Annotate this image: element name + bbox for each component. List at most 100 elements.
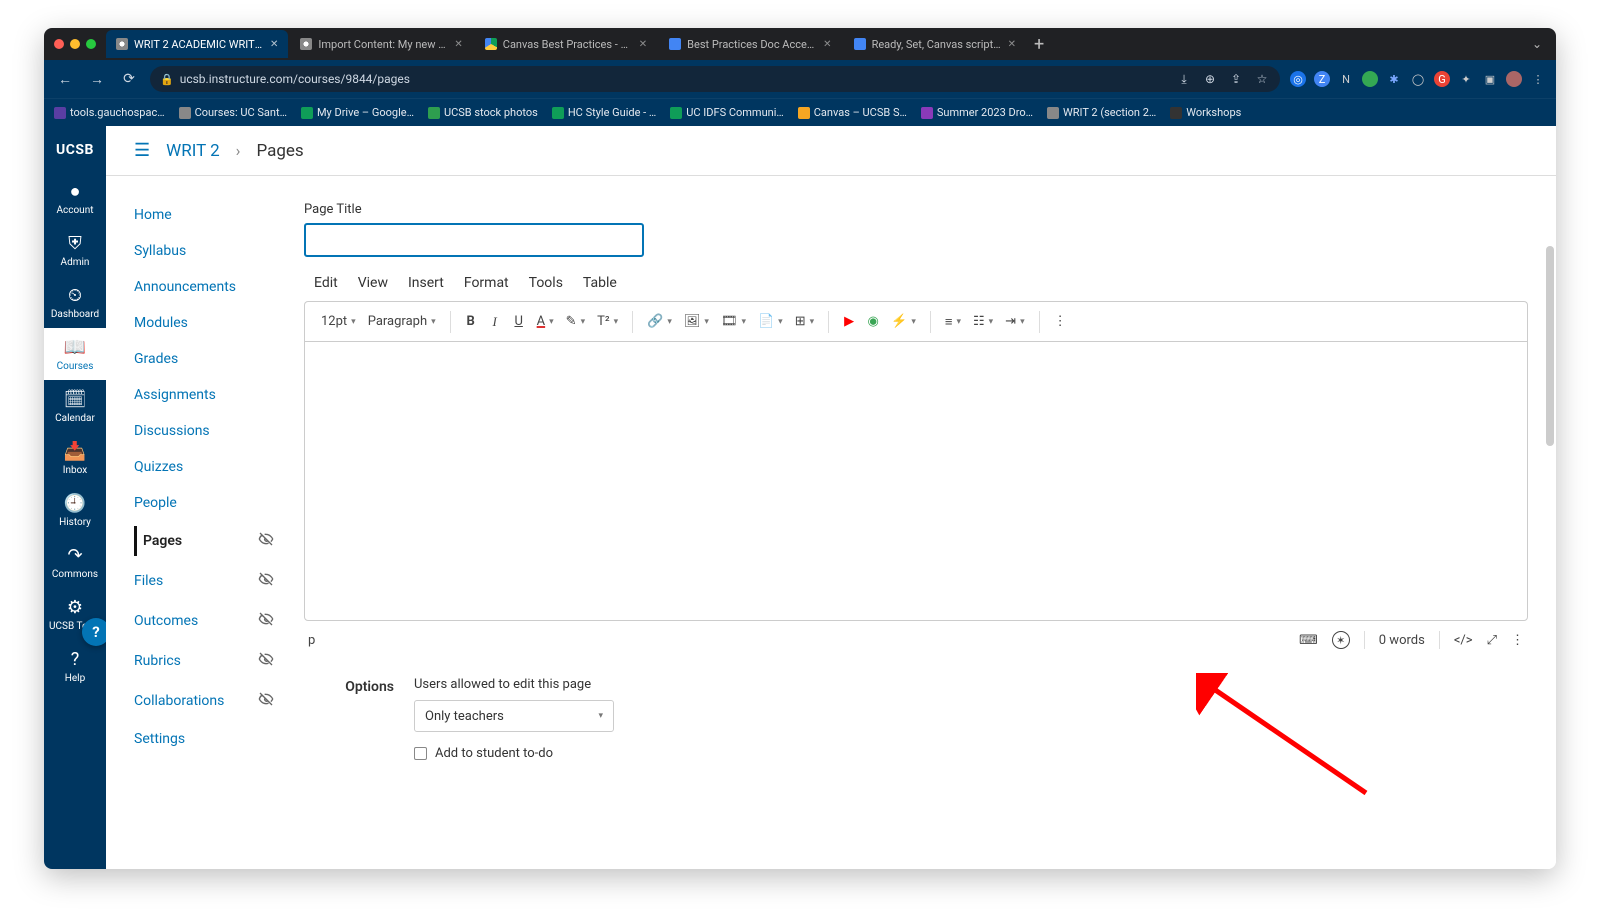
html-editor-icon[interactable]: </>: [1454, 633, 1473, 648]
browser-tab[interactable]: Ready, Set, Canvas script - Go✕: [844, 30, 1026, 58]
global-nav-calendar[interactable]: 🗓Calendar: [44, 380, 106, 432]
chrome-menu-icon[interactable]: ⋮: [1530, 71, 1546, 87]
extension-icon[interactable]: ✱: [1386, 71, 1402, 87]
bookmark-item[interactable]: HC Style Guide - …: [552, 106, 656, 119]
global-nav-history[interactable]: 🕘History: [44, 484, 106, 536]
indent-button[interactable]: ⇥▾: [1001, 314, 1028, 329]
browser-tab[interactable]: WRIT 2 ACADEMIC WRITING:✕: [106, 30, 288, 58]
block-format-dropdown[interactable]: Paragraph▾: [364, 314, 440, 329]
italic-button[interactable]: I: [485, 309, 505, 335]
reload-button[interactable]: ⟳: [118, 71, 140, 87]
media-button[interactable]: 🎞▾: [717, 314, 750, 329]
bookmark-item[interactable]: Workshops: [1170, 106, 1241, 119]
breadcrumb-course-link[interactable]: WRIT 2: [166, 141, 220, 161]
close-tab-icon[interactable]: ✕: [639, 39, 647, 50]
global-nav-dashboard[interactable]: ⏲Dashboard: [44, 276, 106, 328]
rce-menu-tools[interactable]: Tools: [529, 275, 563, 291]
course-nav-settings[interactable]: Settings: [134, 726, 274, 752]
course-nav-assignments[interactable]: Assignments: [134, 382, 274, 408]
apps-button[interactable]: ⊞▾: [791, 314, 818, 329]
text-color-button[interactable]: A▾: [533, 314, 558, 329]
course-nav-toggle-icon[interactable]: ☰: [134, 140, 150, 161]
address-bar[interactable]: 🔒 ucsb.instructure.com/courses/9844/page…: [150, 66, 1280, 92]
bookmark-item[interactable]: Canvas – UCSB S…: [798, 106, 907, 119]
link-button[interactable]: 🔗▾: [643, 314, 676, 329]
highlight-color-button[interactable]: ✎▾: [562, 314, 589, 329]
course-nav-pages[interactable]: Pages: [134, 526, 274, 556]
course-nav-rubrics[interactable]: Rubrics: [134, 646, 274, 676]
word-count[interactable]: 0 words: [1379, 633, 1425, 648]
course-nav-collaborations[interactable]: Collaborations: [134, 686, 274, 716]
course-nav-home[interactable]: Home: [134, 202, 274, 228]
edit-permissions-select[interactable]: Only teachers ▾: [414, 700, 614, 732]
extension-icon[interactable]: Z: [1314, 71, 1330, 87]
share-icon[interactable]: ⇪: [1228, 72, 1244, 86]
course-nav-quizzes[interactable]: Quizzes: [134, 454, 274, 480]
bookmark-star-icon[interactable]: ☆: [1254, 72, 1270, 86]
extension-icon[interactable]: N: [1338, 71, 1354, 87]
close-tab-icon[interactable]: ✕: [454, 39, 462, 50]
extension-icon[interactable]: [1362, 71, 1378, 87]
bold-button[interactable]: B: [461, 309, 481, 335]
more-toolbar-icon[interactable]: ⋮: [1050, 309, 1071, 335]
bookmark-item[interactable]: tools.gauchospac…: [54, 106, 165, 119]
browser-tab[interactable]: Canvas Best Practices - Canva✕: [475, 30, 657, 58]
forward-button[interactable]: →: [86, 71, 108, 88]
ucsb-logo[interactable]: UCSB: [56, 126, 94, 172]
close-tab-icon[interactable]: ✕: [823, 39, 831, 50]
global-nav-courses[interactable]: 📖Courses: [44, 328, 106, 380]
rce-menu-insert[interactable]: Insert: [408, 275, 444, 291]
global-nav-admin[interactable]: ⛨Admin: [44, 224, 106, 276]
page-title-input[interactable]: [304, 223, 644, 257]
accessibility-checker-icon[interactable]: ✶: [1332, 631, 1350, 649]
maximize-window-icon[interactable]: [86, 39, 96, 49]
rce-content-area[interactable]: [304, 341, 1528, 621]
close-tab-icon[interactable]: ✕: [270, 39, 278, 50]
course-nav-outcomes[interactable]: Outcomes: [134, 606, 274, 636]
close-window-icon[interactable]: [54, 39, 64, 49]
rce-menu-view[interactable]: View: [358, 275, 388, 291]
course-nav-syllabus[interactable]: Syllabus: [134, 238, 274, 264]
extension-icon[interactable]: G: [1434, 71, 1450, 87]
panopto-icon[interactable]: ◉: [863, 309, 883, 335]
new-tab-button[interactable]: +: [1026, 34, 1052, 55]
list-button[interactable]: ☷▾: [969, 314, 997, 329]
course-nav-discussions[interactable]: Discussions: [134, 418, 274, 444]
rce-menu-edit[interactable]: Edit: [314, 275, 338, 291]
close-tab-icon[interactable]: ✕: [1008, 39, 1016, 50]
bookmark-item[interactable]: My Drive – Google…: [301, 106, 414, 119]
course-nav-people[interactable]: People: [134, 490, 274, 516]
back-button[interactable]: ←: [54, 71, 76, 88]
keyboard-shortcuts-icon[interactable]: ⌨: [1299, 633, 1318, 648]
global-nav-account[interactable]: ●Account: [44, 172, 106, 224]
browser-tab[interactable]: Import Content: My new cours✕: [290, 30, 472, 58]
font-size-dropdown[interactable]: 12pt▾: [317, 314, 360, 329]
rce-menu-format[interactable]: Format: [464, 275, 509, 291]
underline-button[interactable]: U: [509, 309, 529, 335]
bookmark-item[interactable]: Courses: UC Sant…: [179, 106, 287, 119]
superscript-button[interactable]: T²▾: [593, 314, 622, 329]
extensions-puzzle-icon[interactable]: ✦: [1458, 71, 1474, 87]
global-nav-help[interactable]: ?Help: [44, 640, 106, 692]
extension-icon[interactable]: ◎: [1290, 71, 1306, 87]
plugin-dropdown[interactable]: ⚡▾: [887, 314, 920, 329]
zoom-icon[interactable]: ⊕: [1202, 72, 1218, 86]
browser-tab[interactable]: Best Practices Doc Accessibilit✕: [659, 30, 841, 58]
rce-menu-table[interactable]: Table: [583, 275, 617, 291]
youtube-icon[interactable]: ▶: [839, 309, 859, 335]
profile-avatar[interactable]: [1506, 71, 1522, 87]
bookmark-item[interactable]: WRIT 2 (section 2…: [1047, 106, 1156, 119]
align-button[interactable]: ≡▾: [941, 314, 965, 330]
fullscreen-icon[interactable]: ⤢: [1487, 633, 1497, 648]
global-nav-inbox[interactable]: 📥Inbox: [44, 432, 106, 484]
bookmark-item[interactable]: UC IDFS Communi…: [670, 106, 783, 119]
course-nav-announcements[interactable]: Announcements: [134, 274, 274, 300]
todo-checkbox[interactable]: [414, 747, 427, 760]
bookmark-item[interactable]: UCSB stock photos: [428, 106, 538, 119]
side-panel-icon[interactable]: ▣: [1482, 71, 1498, 87]
extension-icon[interactable]: ◯: [1410, 71, 1426, 87]
course-nav-files[interactable]: Files: [134, 566, 274, 596]
scrollbar[interactable]: [1546, 246, 1554, 446]
tabstrip-expand-icon[interactable]: ⌄: [1524, 37, 1550, 51]
install-app-icon[interactable]: ⤓: [1176, 72, 1192, 87]
